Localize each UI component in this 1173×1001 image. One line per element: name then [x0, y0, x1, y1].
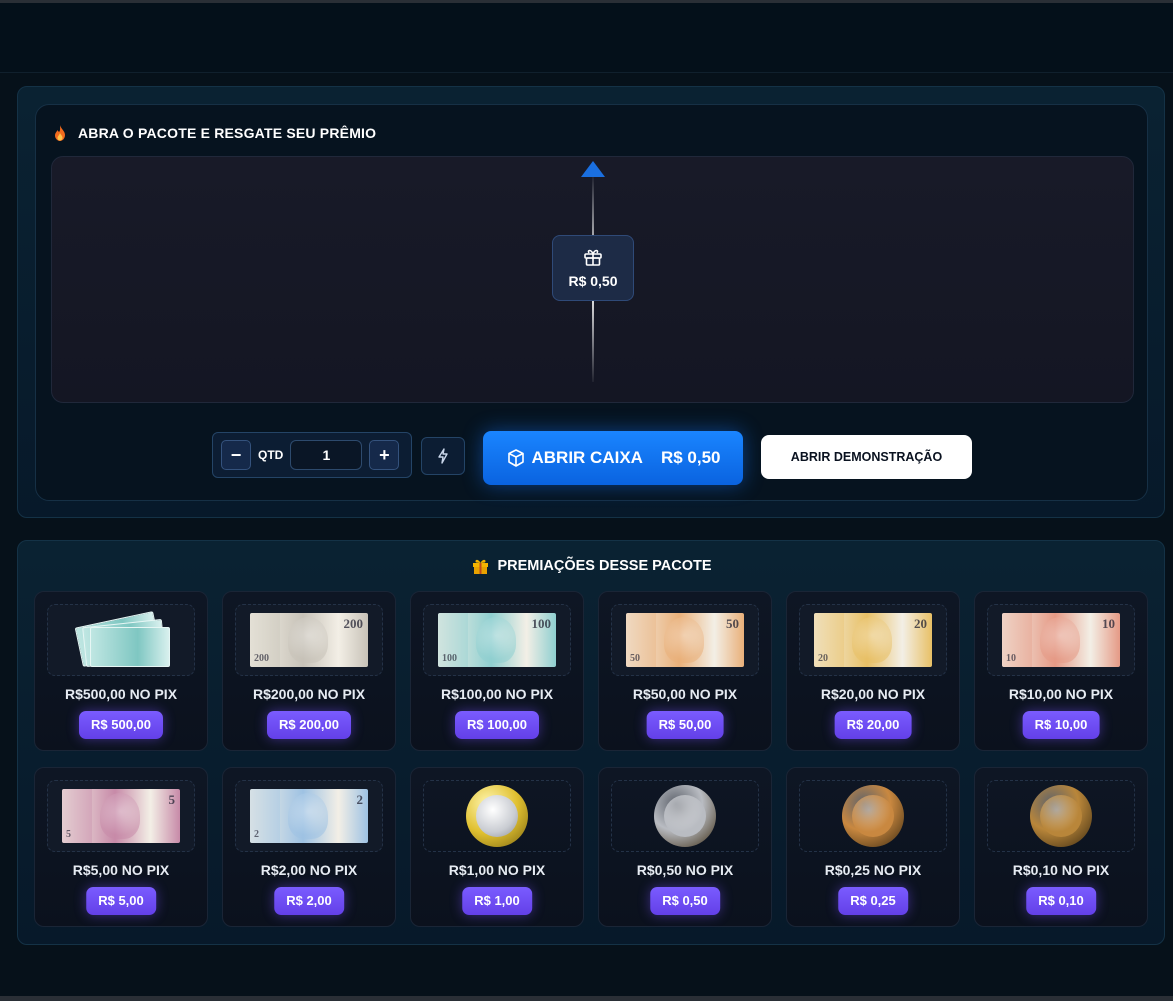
- prize-value-badge: R$ 5,00: [86, 887, 156, 915]
- prize-card[interactable]: 10 10 R$10,00 NO PIX R$ 10,00: [974, 591, 1148, 751]
- prize-value-badge: R$ 200,00: [267, 711, 351, 739]
- prize-image: [987, 780, 1135, 852]
- prize-name: R$500,00 NO PIX: [64, 686, 178, 702]
- prize-image: [423, 780, 571, 852]
- prize-card[interactable]: 200 200 R$200,00 NO PIX R$ 200,00: [222, 591, 396, 751]
- banknote-icon: 55: [62, 789, 180, 843]
- prize-card[interactable]: 50 50 R$50,00 NO PIX R$ 50,00: [598, 591, 772, 751]
- open-box-heading-text: ABRA O PACOTE E RESGATE SEU PRÊMIO: [78, 125, 377, 141]
- reel-item-price: R$ 0,50: [568, 273, 618, 289]
- open-demo-button[interactable]: ABRIR DEMONSTRAÇÃO: [761, 435, 972, 479]
- prize-name: R$50,00 NO PIX: [632, 686, 738, 702]
- prize-image: 100 100: [423, 604, 571, 676]
- prize-value-badge: R$ 0,50: [650, 887, 720, 915]
- banknote-icon: 50 50: [626, 613, 744, 667]
- prizes-heading: PREMIAÇÕES DESSE PACOTE: [18, 558, 1166, 574]
- turbo-button[interactable]: [421, 437, 465, 475]
- prize-name: R$200,00 NO PIX: [252, 686, 366, 702]
- prize-card[interactable]: 20 20 R$20,00 NO PIX R$ 20,00: [786, 591, 960, 751]
- prize-value-badge: R$ 10,00: [1022, 711, 1100, 739]
- prize-image: 50 50: [611, 604, 759, 676]
- prize-name: R$1,00 NO PIX: [448, 862, 546, 878]
- open-box-price: R$ 0,50: [660, 448, 721, 467]
- quantity-label: QTD: [258, 448, 284, 462]
- prize-image: 22: [235, 780, 383, 852]
- open-controls: − QTD + ABRIR CAIXA R$ 0,50 ABRIR DEMONS…: [36, 427, 1149, 485]
- increase-quantity-button[interactable]: +: [369, 440, 400, 470]
- prize-card[interactable]: R$500,00 NO PIX R$ 500,00: [34, 591, 208, 751]
- reel-item: R$ 0,50: [552, 235, 634, 301]
- banknote-icon: 200 200: [250, 613, 368, 667]
- prize-image: [611, 780, 759, 852]
- fire-icon: [55, 125, 65, 141]
- prize-card[interactable]: R$1,00 NO PIX R$ 1,00: [410, 767, 584, 927]
- prize-image: 200 200: [235, 604, 383, 676]
- prize-image: 10 10: [987, 604, 1135, 676]
- quantity-input[interactable]: [290, 440, 363, 470]
- prize-value-badge: R$ 1,00: [462, 887, 532, 915]
- prize-name: R$0,10 NO PIX: [1012, 862, 1110, 878]
- prize-value-badge: R$ 0,25: [838, 887, 908, 915]
- prize-value-badge: R$ 20,00: [834, 711, 912, 739]
- prize-card[interactable]: 100 100 R$100,00 NO PIX R$ 100,00: [410, 591, 584, 751]
- prize-card[interactable]: 5 5 R$5,00 NO PIX R$ 5,00: [34, 767, 208, 927]
- open-box-heading: ABRA O PACOTE E RESGATE SEU PRÊMIO: [54, 125, 376, 141]
- bottom-bar: [0, 996, 1173, 1001]
- decrease-quantity-button[interactable]: −: [221, 440, 251, 470]
- prize-image: 20 20: [799, 604, 947, 676]
- prize-reel: R$ 0,50: [51, 156, 1134, 403]
- quantity-stepper: − QTD +: [212, 432, 412, 478]
- open-box-inner: ABRA O PACOTE E RESGATE SEU PRÊMIO R$ 0,…: [35, 104, 1148, 501]
- gift-icon: [473, 559, 489, 574]
- prizes-panel: PREMIAÇÕES DESSE PACOTE R$500,00 NO PIX R…: [17, 540, 1165, 945]
- prize-image: [799, 780, 947, 852]
- prize-card[interactable]: R$0,50 NO PIX R$ 0,50: [598, 767, 772, 927]
- prize-card[interactable]: 2 2 R$2,00 NO PIX R$ 2,00: [222, 767, 396, 927]
- prize-value-badge: R$ 0,10: [1026, 887, 1096, 915]
- prizes-heading-text: PREMIAÇÕES DESSE PACOTE: [497, 558, 712, 574]
- box-icon: [507, 449, 524, 467]
- banknote-icon: 20 20: [814, 613, 932, 667]
- coin-icon: [654, 785, 716, 847]
- coin-icon: [1030, 785, 1092, 847]
- prize-value-badge: R$ 100,00: [455, 711, 539, 739]
- top-navbar: [0, 0, 1173, 73]
- prize-name: R$10,00 NO PIX: [1008, 686, 1114, 702]
- lightning-icon: [438, 448, 448, 464]
- prize-value-badge: R$ 2,00: [274, 887, 344, 915]
- open-box-button[interactable]: ABRIR CAIXA R$ 0,50: [483, 431, 743, 485]
- banknote-icon: 100 100: [438, 613, 556, 667]
- coin-icon: [842, 785, 904, 847]
- prize-value-badge: R$ 500,00: [79, 711, 163, 739]
- open-box-label: ABRIR CAIXA: [531, 448, 643, 467]
- prize-name: R$0,50 NO PIX: [636, 862, 734, 878]
- open-box-panel: ABRA O PACOTE E RESGATE SEU PRÊMIO R$ 0,…: [17, 86, 1165, 518]
- prize-image: 55: [47, 780, 195, 852]
- prize-value-badge: R$ 50,00: [646, 711, 724, 739]
- prize-name: R$5,00 NO PIX: [72, 862, 170, 878]
- banknote-icon: 10 10: [1002, 613, 1120, 667]
- prize-card[interactable]: R$0,25 NO PIX R$ 0,25: [786, 767, 960, 927]
- reel-pointer-icon: [581, 161, 605, 177]
- prize-name: R$20,00 NO PIX: [820, 686, 926, 702]
- prize-name: R$0,25 NO PIX: [824, 862, 922, 878]
- prize-name: R$2,00 NO PIX: [260, 862, 358, 878]
- banknote-icon: [90, 627, 170, 667]
- prize-image: [47, 604, 195, 676]
- banknote-icon: 22: [250, 789, 368, 843]
- coin-icon: [466, 785, 528, 847]
- prize-name: R$100,00 NO PIX: [440, 686, 554, 702]
- gift-icon: [584, 249, 602, 266]
- prize-card[interactable]: R$0,10 NO PIX R$ 0,10: [974, 767, 1148, 927]
- prizes-grid: R$500,00 NO PIX R$ 500,00 200 200 R$200,00 N…: [34, 591, 1148, 927]
